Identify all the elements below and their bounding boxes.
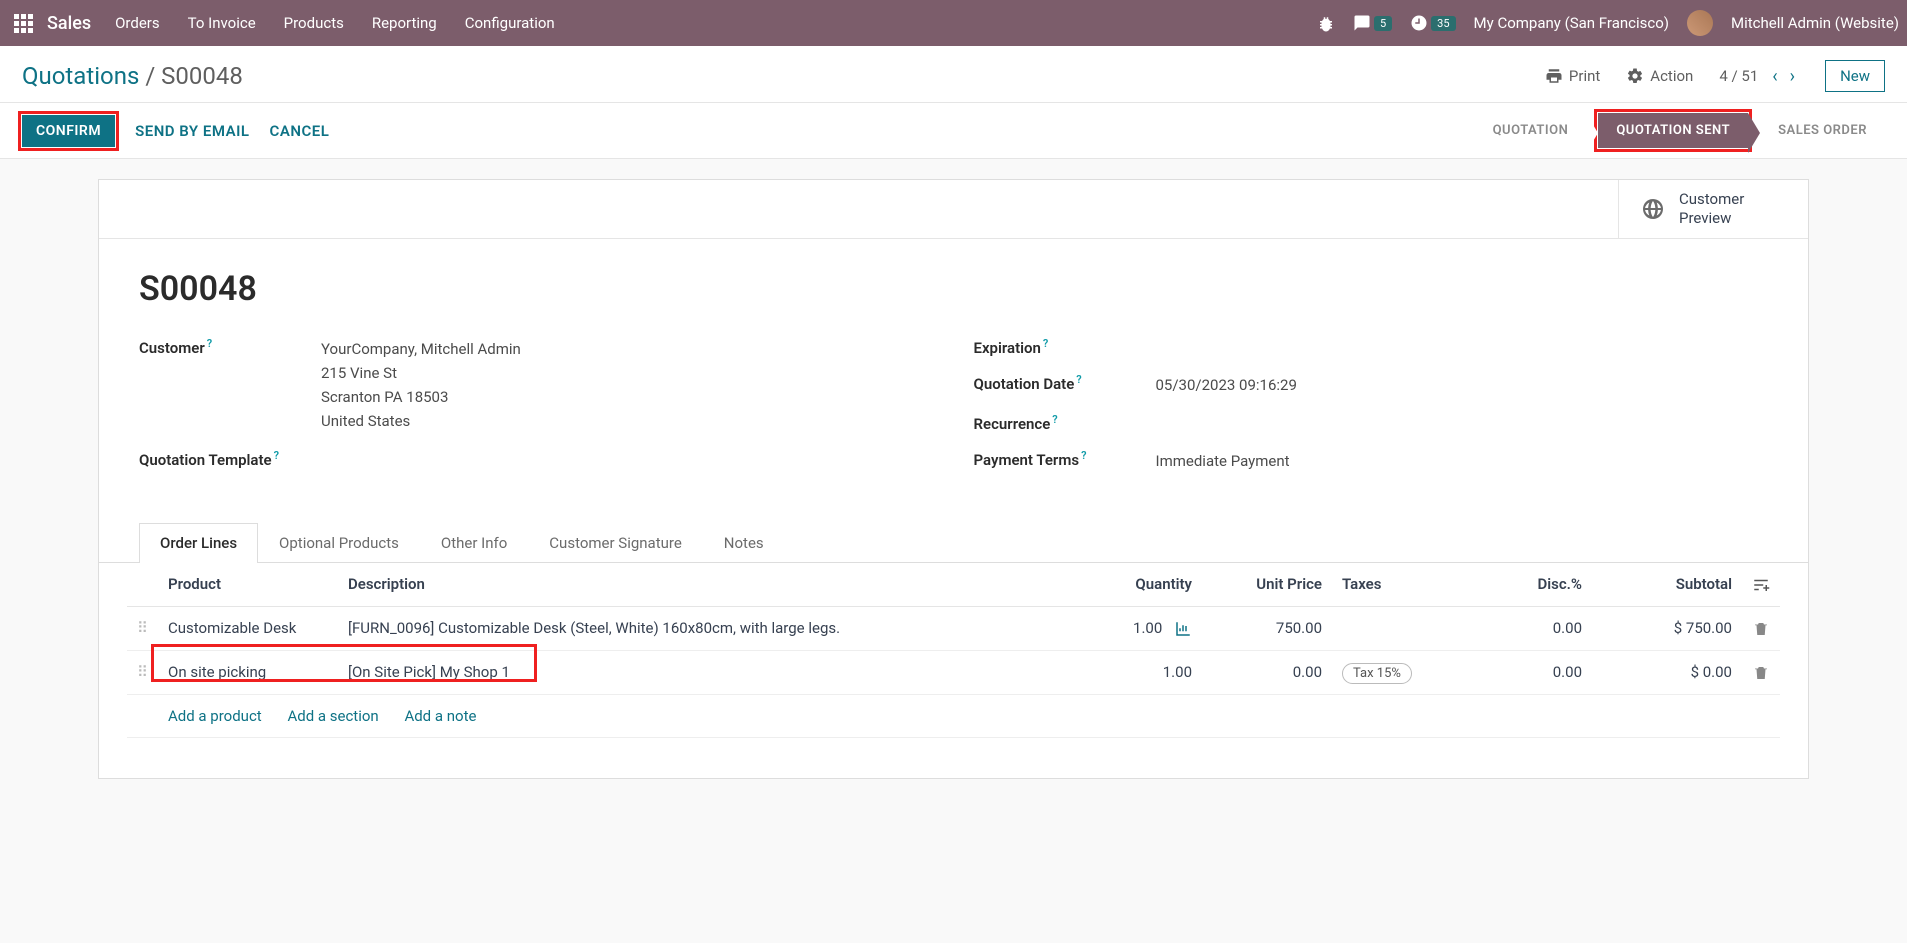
value-payment-terms[interactable]: Immediate Payment xyxy=(1156,449,1290,473)
cell-quantity[interactable]: 1.00 xyxy=(1062,650,1202,694)
activity-icon[interactable]: 35 xyxy=(1410,14,1455,32)
confirm-button[interactable]: CONFIRM xyxy=(22,115,115,147)
column-settings-icon[interactable] xyxy=(1742,563,1780,607)
drag-handle-icon[interactable]: ⠿ xyxy=(127,606,158,650)
help-icon[interactable]: ? xyxy=(1052,413,1057,426)
breadcrumb-root[interactable]: Quotations xyxy=(22,62,139,90)
tab-optional-products[interactable]: Optional Products xyxy=(258,523,420,562)
nav-reporting[interactable]: Reporting xyxy=(372,14,437,32)
tax-chip[interactable]: Tax 15% xyxy=(1342,663,1412,684)
col-description: Description xyxy=(338,563,1062,607)
delete-row-icon[interactable] xyxy=(1742,606,1780,650)
col-disc: Disc.% xyxy=(1442,563,1592,607)
col-quantity: Quantity xyxy=(1062,563,1202,607)
status-quotation-sent[interactable]: QUOTATION SENT xyxy=(1598,113,1748,148)
label-recurrence: Recurrence? xyxy=(974,413,1156,433)
avatar[interactable] xyxy=(1687,10,1713,36)
table-row[interactable]: ⠿ On site picking [On Site Pick] My Shop… xyxy=(127,650,1780,694)
cell-taxes[interactable] xyxy=(1332,606,1442,650)
nav-items: Orders To Invoice Products Reporting Con… xyxy=(115,14,555,32)
help-icon[interactable]: ? xyxy=(207,337,212,350)
tab-notes[interactable]: Notes xyxy=(703,523,785,562)
record-title: S00048 xyxy=(139,269,1768,309)
cell-description[interactable]: [FURN_0096] Customizable Desk (Steel, Wh… xyxy=(338,606,1062,650)
cancel-button[interactable]: CANCEL xyxy=(270,122,330,140)
label-expiration: Expiration? xyxy=(974,337,1156,357)
col-product: Product xyxy=(158,563,338,607)
add-product-link[interactable]: Add a product xyxy=(168,707,262,725)
table-row[interactable]: ⠿ Customizable Desk [FURN_0096] Customiz… xyxy=(127,606,1780,650)
tab-order-lines[interactable]: Order Lines xyxy=(139,523,258,563)
cell-unit-price[interactable]: 750.00 xyxy=(1202,606,1332,650)
label-quotation-template: Quotation Template? xyxy=(139,449,321,469)
forecast-icon[interactable] xyxy=(1174,619,1192,637)
pager: 4 / 51 ‹ › xyxy=(1719,64,1799,89)
order-lines-table: Product Description Quantity Unit Price … xyxy=(127,563,1780,738)
delete-row-icon[interactable] xyxy=(1742,650,1780,694)
tabs: Order Lines Optional Products Other Info… xyxy=(99,523,1808,563)
status-bar: QUOTATION QUOTATION SENT SALES ORDER xyxy=(1475,113,1885,148)
col-unit-price: Unit Price xyxy=(1202,563,1332,607)
bug-icon[interactable] xyxy=(1317,13,1335,32)
messages-icon[interactable]: 5 xyxy=(1353,14,1392,32)
action-bar: CONFIRM SEND BY EMAIL CANCEL QUOTATION Q… xyxy=(0,102,1907,159)
gear-icon xyxy=(1626,67,1644,85)
tab-customer-signature[interactable]: Customer Signature xyxy=(528,523,703,562)
top-nav: Sales Orders To Invoice Products Reporti… xyxy=(0,0,1907,46)
module-brand[interactable]: Sales xyxy=(47,13,91,34)
nav-orders[interactable]: Orders xyxy=(115,14,160,32)
company-selector[interactable]: My Company (San Francisco) xyxy=(1474,14,1669,32)
activity-badge: 35 xyxy=(1431,16,1455,31)
breadcrumb-current: S00048 xyxy=(161,62,243,90)
label-quotation-date: Quotation Date? xyxy=(974,373,1156,397)
pager-count: 4 / 51 xyxy=(1719,67,1758,85)
apps-icon[interactable] xyxy=(14,14,33,33)
status-quotation[interactable]: QUOTATION xyxy=(1475,113,1587,148)
col-taxes: Taxes xyxy=(1332,563,1442,607)
messages-badge: 5 xyxy=(1374,16,1392,31)
label-customer: Customer? xyxy=(139,337,321,433)
nav-configuration[interactable]: Configuration xyxy=(465,14,555,32)
cell-product[interactable]: On site picking xyxy=(158,650,338,694)
nav-products[interactable]: Products xyxy=(284,14,344,32)
help-icon[interactable]: ? xyxy=(274,449,279,462)
label-payment-terms: Payment Terms? xyxy=(974,449,1156,473)
value-quotation-date[interactable]: 05/30/2023 09:16:29 xyxy=(1156,373,1297,397)
value-customer[interactable]: YourCompany, Mitchell Admin 215 Vine St … xyxy=(321,337,521,433)
user-name[interactable]: Mitchell Admin (Website) xyxy=(1731,14,1899,32)
pager-next-icon[interactable]: › xyxy=(1786,64,1799,89)
cell-subtotal: $ 0.00 xyxy=(1592,650,1742,694)
help-icon[interactable]: ? xyxy=(1043,337,1048,350)
cell-disc[interactable]: 0.00 xyxy=(1442,606,1592,650)
help-icon[interactable]: ? xyxy=(1076,373,1081,386)
add-section-link[interactable]: Add a section xyxy=(287,707,378,725)
breadcrumb-bar: Quotations / S00048 Print Action 4 / 51 … xyxy=(0,46,1907,102)
pager-prev-icon[interactable]: ‹ xyxy=(1768,64,1781,89)
globe-icon xyxy=(1641,196,1665,221)
cell-product[interactable]: Customizable Desk xyxy=(158,606,338,650)
send-email-button[interactable]: SEND BY EMAIL xyxy=(135,122,249,140)
form-sheet: Customer Preview S00048 Customer? YourCo… xyxy=(98,179,1809,779)
cell-taxes[interactable]: Tax 15% xyxy=(1332,650,1442,694)
tab-other-info[interactable]: Other Info xyxy=(420,523,528,562)
cell-unit-price[interactable]: 0.00 xyxy=(1202,650,1332,694)
cell-disc[interactable]: 0.00 xyxy=(1442,650,1592,694)
cell-quantity[interactable]: 1.00 xyxy=(1062,606,1202,650)
col-subtotal: Subtotal xyxy=(1592,563,1742,607)
breadcrumb: Quotations / S00048 xyxy=(22,62,243,90)
nav-to-invoice[interactable]: To Invoice xyxy=(188,14,256,32)
action-button[interactable]: Action xyxy=(1626,67,1693,85)
customer-preview-button[interactable]: Customer Preview xyxy=(1618,180,1808,238)
print-icon xyxy=(1545,67,1563,85)
new-button[interactable]: New xyxy=(1825,60,1885,92)
print-button[interactable]: Print xyxy=(1545,67,1600,85)
add-note-link[interactable]: Add a note xyxy=(404,707,476,725)
help-icon[interactable]: ? xyxy=(1081,449,1086,462)
status-sales-order[interactable]: SALES ORDER xyxy=(1760,113,1885,148)
cell-subtotal: $ 750.00 xyxy=(1592,606,1742,650)
